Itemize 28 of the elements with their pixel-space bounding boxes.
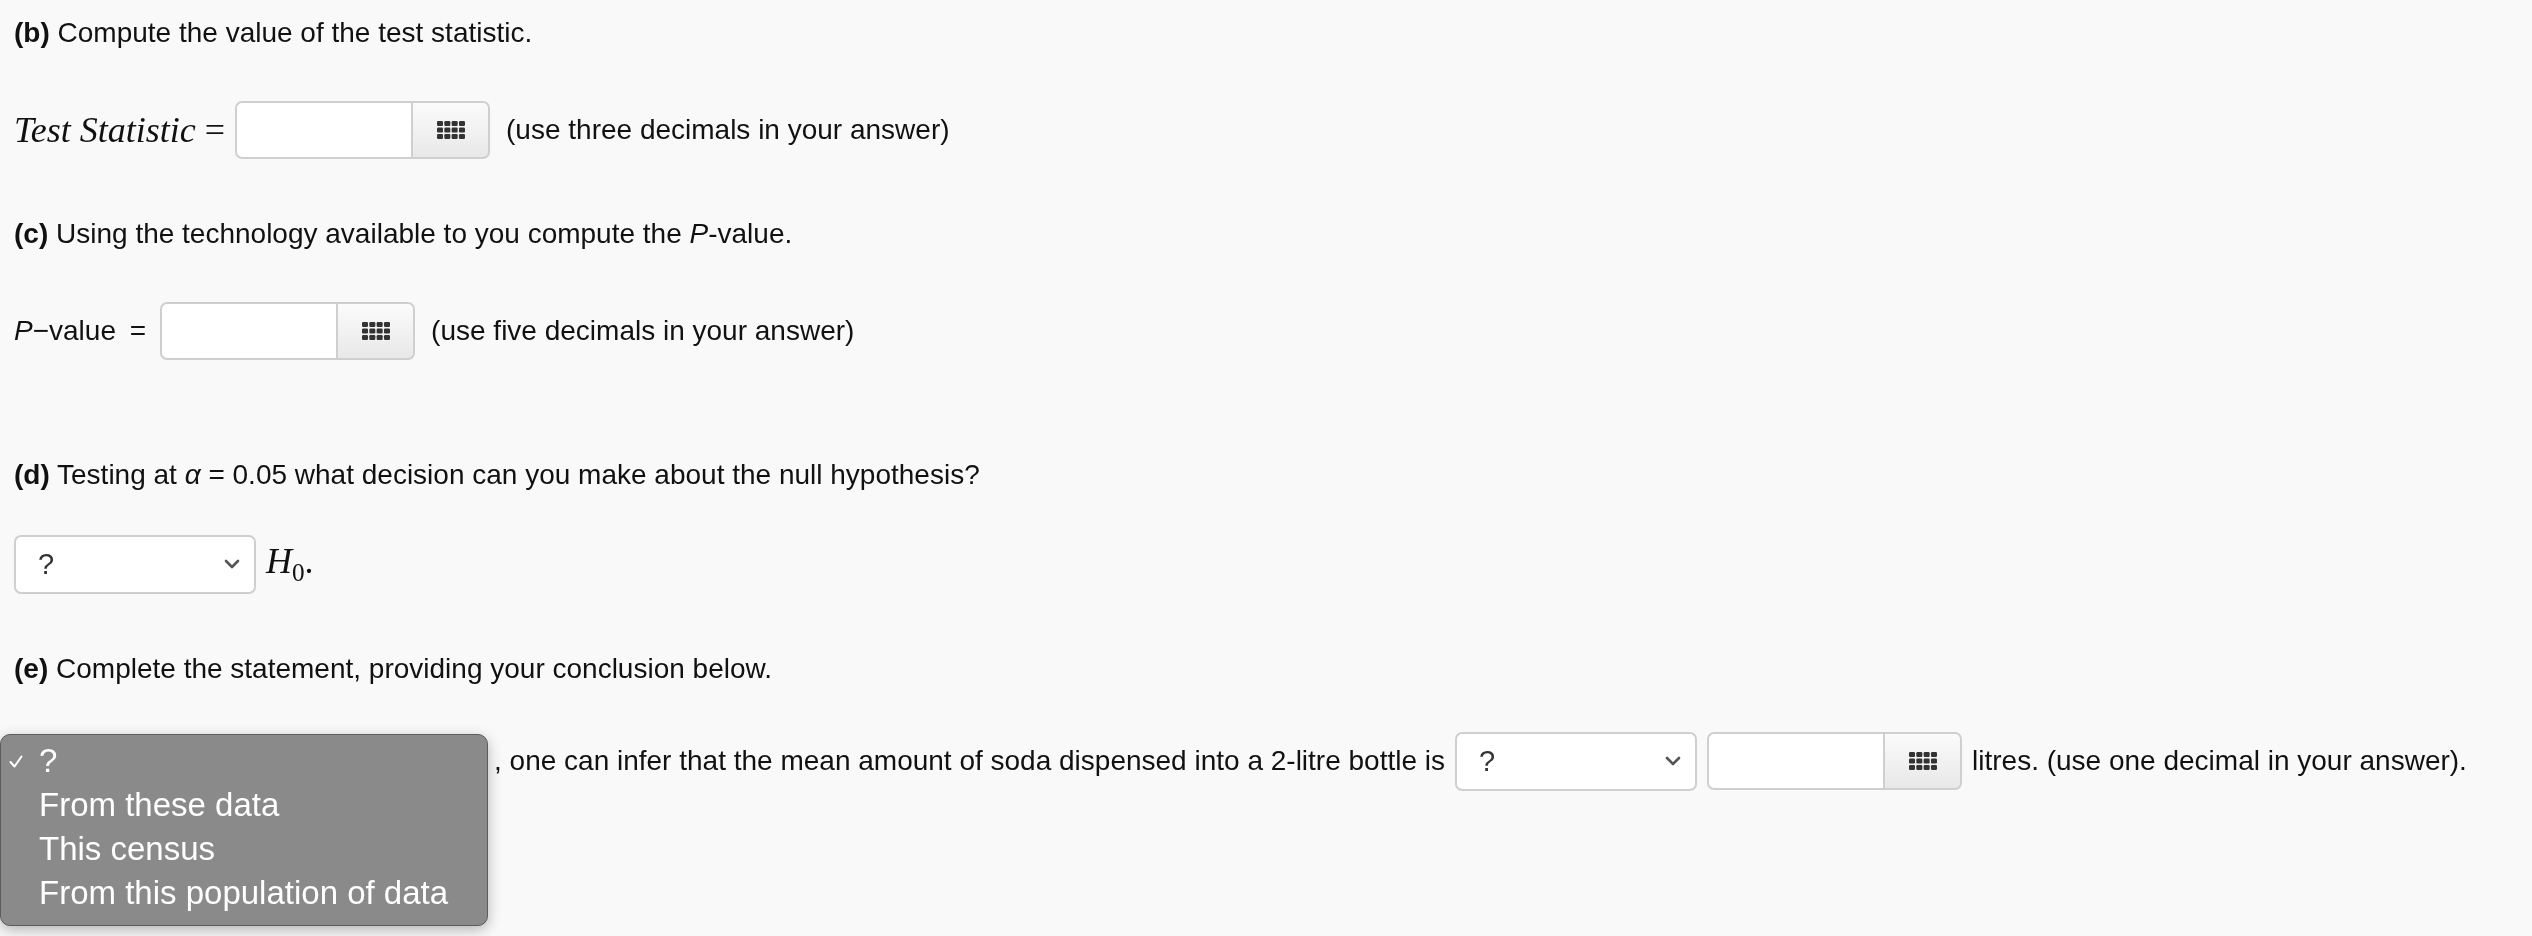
statement-text: litres. (use one decimal in your answer). bbox=[1972, 745, 2467, 777]
menu-option[interactable]: This census bbox=[1, 827, 487, 871]
grid-icon bbox=[1908, 752, 1937, 770]
menu-option[interactable]: From these data bbox=[1, 783, 487, 827]
answer-dropdown[interactable]: ? bbox=[14, 534, 256, 594]
keypad-button[interactable] bbox=[411, 101, 491, 159]
question-text: (b) Compute the value of the test statistic. bbox=[14, 16, 533, 50]
hint-text: (use three decimals in your answer) bbox=[506, 114, 950, 146]
question-text: (c) Using the technology available to you compute the P-value. bbox=[14, 217, 793, 251]
formula-label: Test Statistic = bbox=[14, 109, 226, 151]
formula-label: P−value = bbox=[14, 315, 147, 347]
keypad-button[interactable] bbox=[336, 302, 416, 360]
menu-option[interactable]: From this population of data bbox=[1, 871, 487, 915]
chevron-down-icon bbox=[224, 559, 240, 569]
keypad-button[interactable] bbox=[1883, 732, 1963, 790]
grid-icon bbox=[361, 322, 390, 340]
question-text: (e) Complete the statement, providing your conclusion below. bbox=[14, 652, 772, 686]
answer-field[interactable] bbox=[160, 302, 337, 360]
answer-field[interactable] bbox=[235, 101, 412, 159]
question-text: (d) Testing at α = 0.05 what decision can you make about the null hypothesis? bbox=[14, 458, 980, 492]
formula-label: H$_{0}$. bbox=[266, 540, 314, 588]
statement-text: , one can infer that the mean amount of soda dispensed into a 2-litre bottle is bbox=[494, 745, 1446, 777]
answer-dropdown[interactable]: ? bbox=[1455, 731, 1698, 791]
menu-option[interactable]: ? bbox=[1, 739, 487, 783]
hint-text: (use five decimals in your answer) bbox=[431, 315, 855, 347]
answer-field[interactable] bbox=[1707, 732, 1884, 790]
chevron-down-icon bbox=[1665, 756, 1682, 766]
grid-icon bbox=[436, 121, 465, 139]
